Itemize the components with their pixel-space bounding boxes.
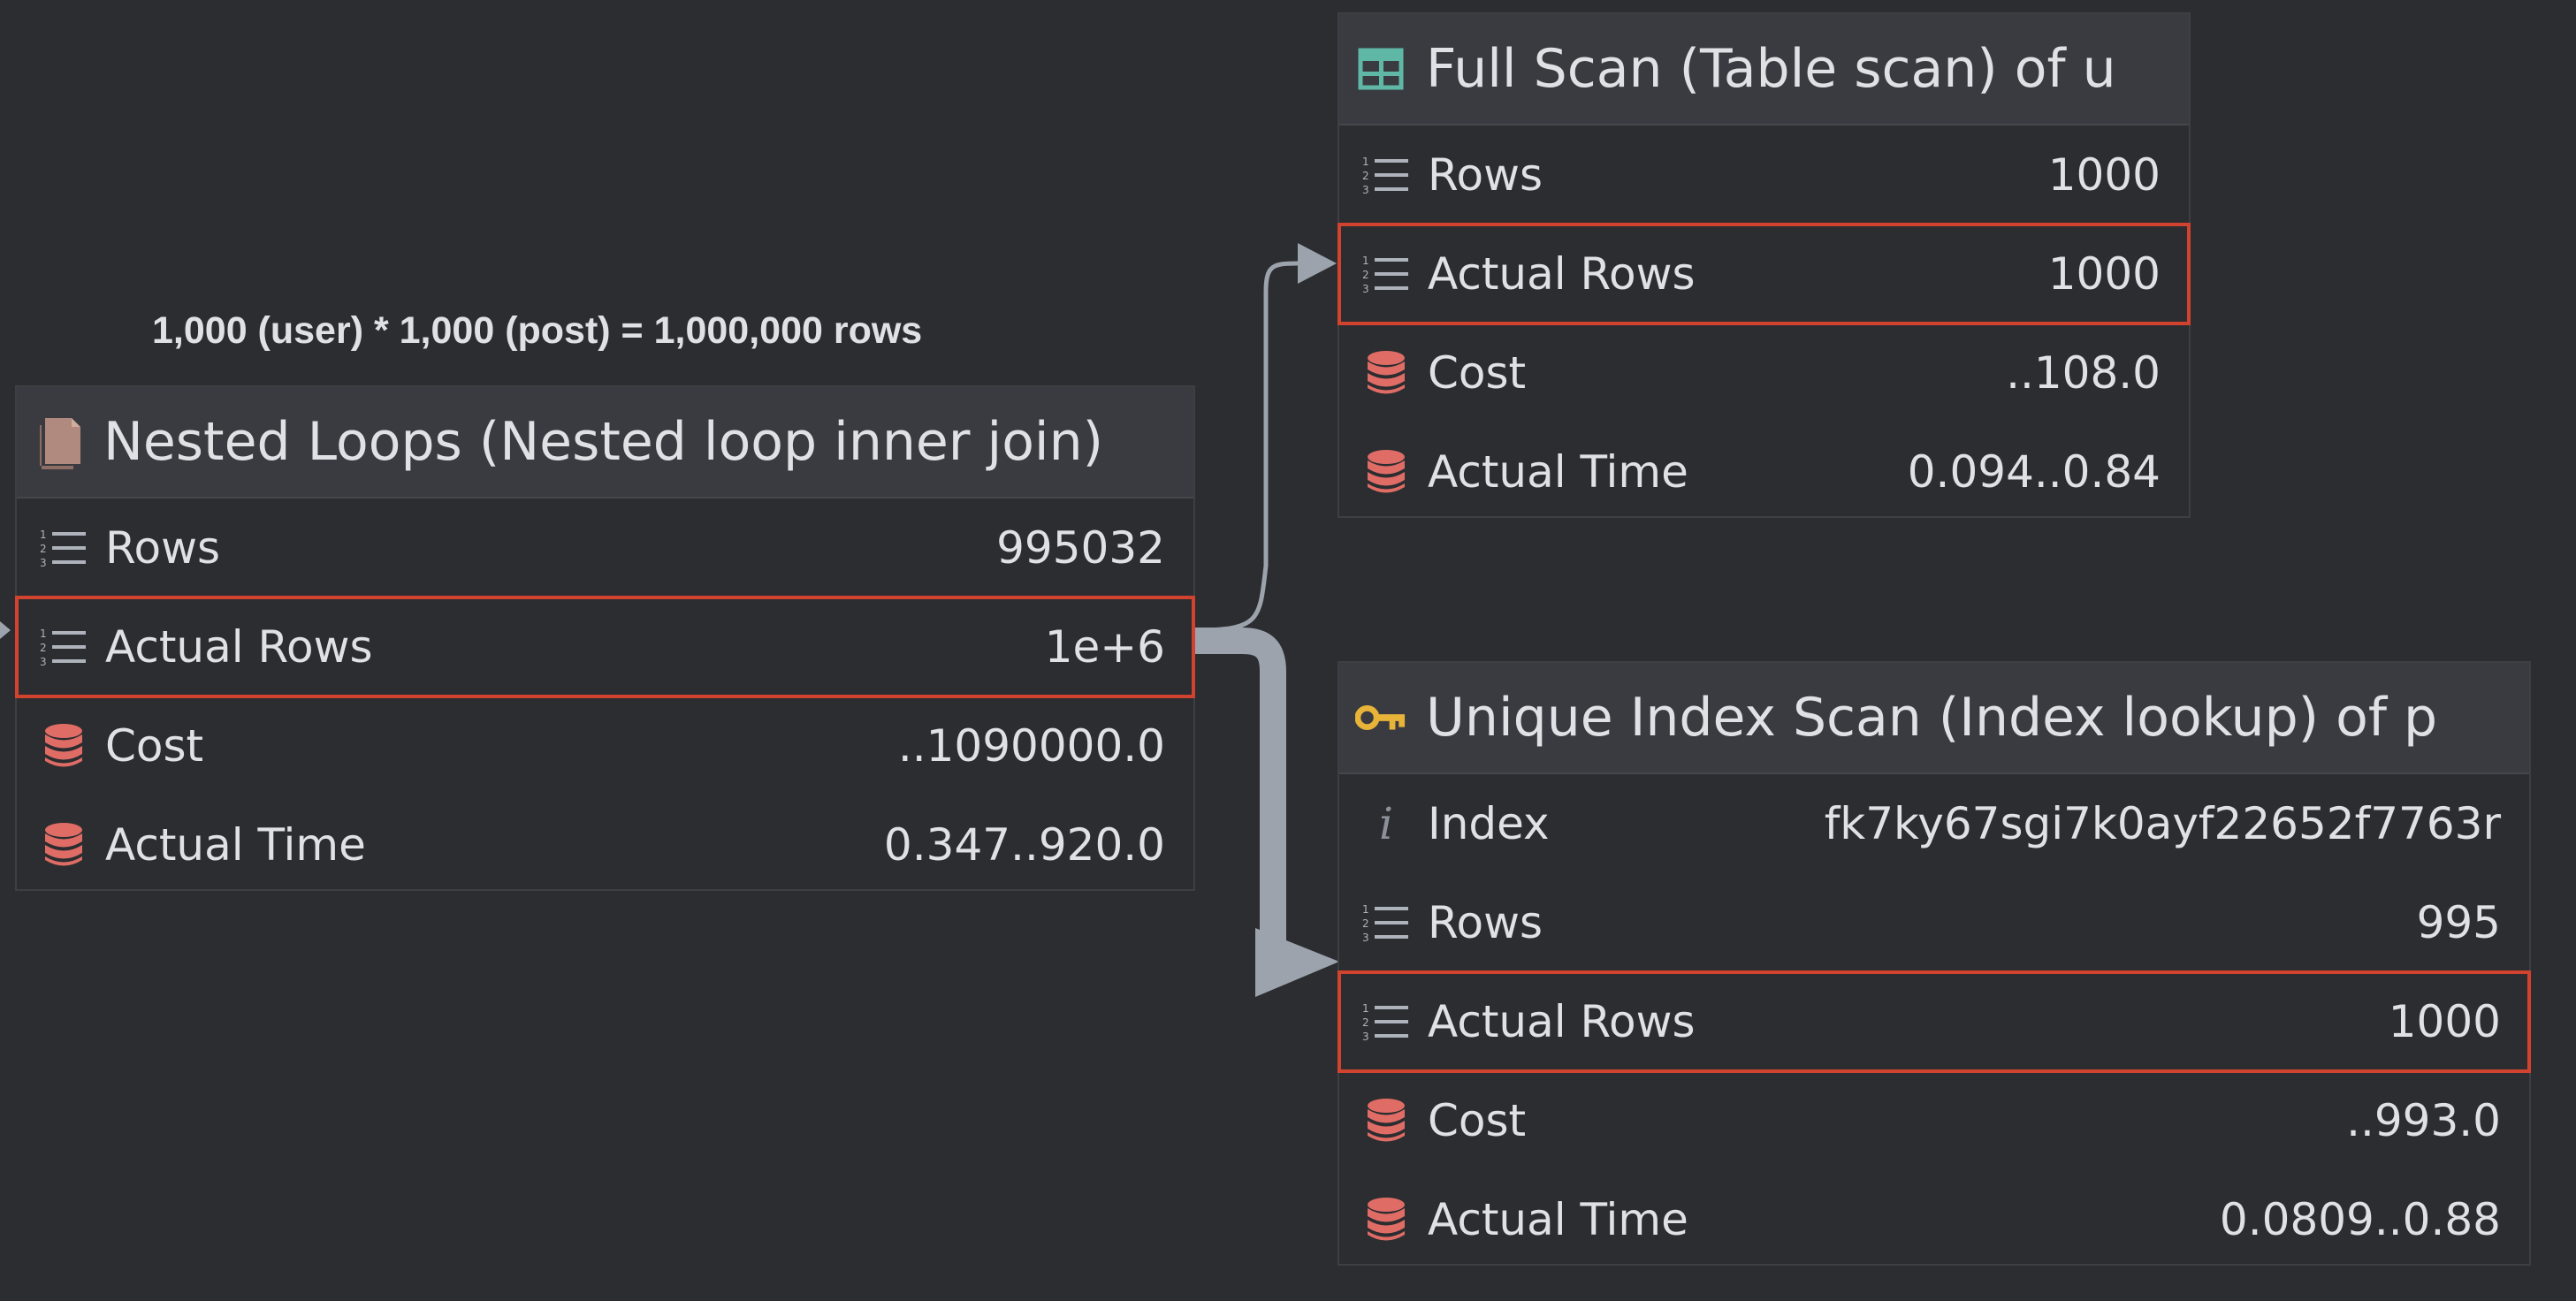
svg-text:2: 2 [1362, 170, 1369, 182]
metric-value: 0.347..920.0 [883, 819, 1165, 871]
metric-label: Actual Time [1428, 1194, 1688, 1245]
svg-text:2: 2 [1362, 1016, 1369, 1029]
database-icon [1360, 1194, 1412, 1245]
metric-label: Rows [105, 522, 221, 574]
node-header[interactable]: Nested Loops (Nested loop inner join) [17, 387, 1193, 498]
metric-label: Rows [1428, 149, 1543, 201]
svg-text:2: 2 [1362, 917, 1369, 930]
table-icon [1355, 43, 1406, 95]
metric-value: 0.094..0.84 [1907, 446, 2161, 498]
svg-text:1: 1 [1362, 156, 1369, 168]
info-glyph: i [1379, 798, 1393, 849]
svg-text:2: 2 [1362, 269, 1369, 281]
edge-nested-to-fullscan [1193, 261, 1299, 633]
svg-text:1: 1 [1362, 1002, 1369, 1015]
node-header[interactable]: Full Scan (Table scan) of u [1339, 14, 2189, 126]
metric-value: ..108.0 [2006, 347, 2161, 399]
full-scan-node[interactable]: Full Scan (Table scan) of u 1 2 3 Rows 100… [1338, 12, 2191, 518]
metric-label: Rows [1428, 897, 1543, 948]
metric-label: Cost [1428, 1095, 1527, 1146]
metric-row-actual-time: Actual Time 0.0809..0.88 [1339, 1170, 2529, 1269]
database-icon [38, 819, 89, 871]
row-count-annotation: 1,000 (user) * 1,000 (post) = 1,000,000 … [152, 309, 923, 352]
metric-row-actual-time: Actual Time 0.347..920.0 [17, 795, 1193, 894]
metric-value: ..1090000.0 [897, 720, 1165, 772]
metric-row-rows: 12 3 Rows 995 [1339, 873, 2529, 972]
rows-list-icon: 1 2 3 [1360, 149, 1412, 201]
node-title: Nested Loops (Nested loop inner join) [103, 411, 1104, 473]
svg-text:1: 1 [40, 628, 47, 640]
metric-row-cost: Cost ..1090000.0 [17, 696, 1193, 795]
svg-text:3: 3 [1362, 184, 1369, 196]
database-icon [1360, 347, 1412, 399]
metric-value: 1000 [2388, 996, 2501, 1047]
key-icon [1355, 692, 1406, 743]
metric-row-rows: 1 2 3 Rows 995032 [17, 498, 1193, 597]
metric-label: Actual Rows [105, 621, 373, 673]
metric-row-index: i Index fk7ky67sgi7k0ayf22652f7763r [1339, 774, 2529, 873]
svg-text:1: 1 [40, 529, 47, 541]
metric-value: 995032 [996, 522, 1165, 574]
metric-label: Cost [1428, 347, 1527, 399]
database-icon [1360, 1095, 1412, 1146]
metric-row-cost: Cost ..993.0 [1339, 1071, 2529, 1170]
metric-label: Cost [105, 720, 204, 772]
arrow-to-fullscan [1298, 243, 1337, 284]
svg-text:3: 3 [40, 557, 47, 569]
incoming-edge-arrow [0, 621, 11, 639]
info-icon: i [1360, 798, 1412, 849]
svg-text:1: 1 [1362, 903, 1369, 916]
metric-label: Actual Rows [1428, 248, 1696, 300]
metric-value: fk7ky67sgi7k0ayf22652f7763r [1824, 798, 2501, 849]
rows-list-icon: 12 3 [1360, 996, 1412, 1047]
metric-row-actual-rows: 1 2 3 Actual Rows 1000 [1338, 223, 2191, 325]
database-icon [1360, 446, 1412, 498]
metric-value: 1e+6 [1044, 621, 1165, 673]
metric-label: Actual Time [1428, 446, 1688, 498]
svg-text:3: 3 [1362, 932, 1369, 944]
arrow-to-indexscan [1255, 928, 1339, 997]
node-header[interactable]: Unique Index Scan (Index lookup) of p [1339, 663, 2529, 774]
metric-value: 995 [2416, 897, 2501, 948]
metric-row-actual-rows: 1 2 3 Actual Rows 1e+6 [15, 596, 1195, 698]
node-title: Unique Index Scan (Index lookup) of p [1426, 687, 2438, 749]
metric-row-rows: 1 2 3 Rows 1000 [1339, 126, 2189, 224]
svg-text:1: 1 [1362, 255, 1369, 267]
node-title: Full Scan (Table scan) of u [1426, 38, 2116, 100]
metric-row-cost: Cost ..108.0 [1339, 323, 2189, 422]
metric-label: Actual Time [105, 819, 366, 871]
metric-value: 1000 [2047, 149, 2161, 201]
svg-text:3: 3 [1362, 1031, 1369, 1043]
svg-text:2: 2 [40, 543, 47, 555]
svg-text:3: 3 [40, 656, 47, 668]
rows-list-icon: 1 2 3 [38, 522, 89, 574]
rows-list-icon: 12 3 [1360, 897, 1412, 948]
rows-list-icon: 1 2 3 [1360, 248, 1412, 300]
rows-list-icon: 1 2 3 [38, 621, 89, 673]
metric-value: 1000 [2047, 248, 2161, 300]
database-icon [38, 720, 89, 772]
svg-text:2: 2 [40, 642, 47, 654]
unique-index-scan-node[interactable]: Unique Index Scan (Index lookup) of p i … [1338, 661, 2531, 1266]
metric-value: ..993.0 [2346, 1095, 2501, 1146]
metric-value: 0.0809..0.88 [2219, 1194, 2501, 1245]
metric-label: Actual Rows [1428, 996, 1696, 1047]
file-icon [33, 416, 84, 469]
metric-label: Index [1428, 798, 1550, 849]
nested-loops-node[interactable]: Nested Loops (Nested loop inner join) 1 2… [15, 385, 1195, 891]
plan-canvas: 1,000 (user) * 1,000 (post) = 1,000,000 … [0, 0, 2576, 1301]
metric-row-actual-time: Actual Time 0.094..0.84 [1339, 422, 2189, 521]
metric-row-actual-rows: 12 3 Actual Rows 1000 [1338, 970, 2531, 1073]
edge-nested-to-indexscan [1193, 628, 1286, 962]
svg-text:3: 3 [1362, 283, 1369, 295]
